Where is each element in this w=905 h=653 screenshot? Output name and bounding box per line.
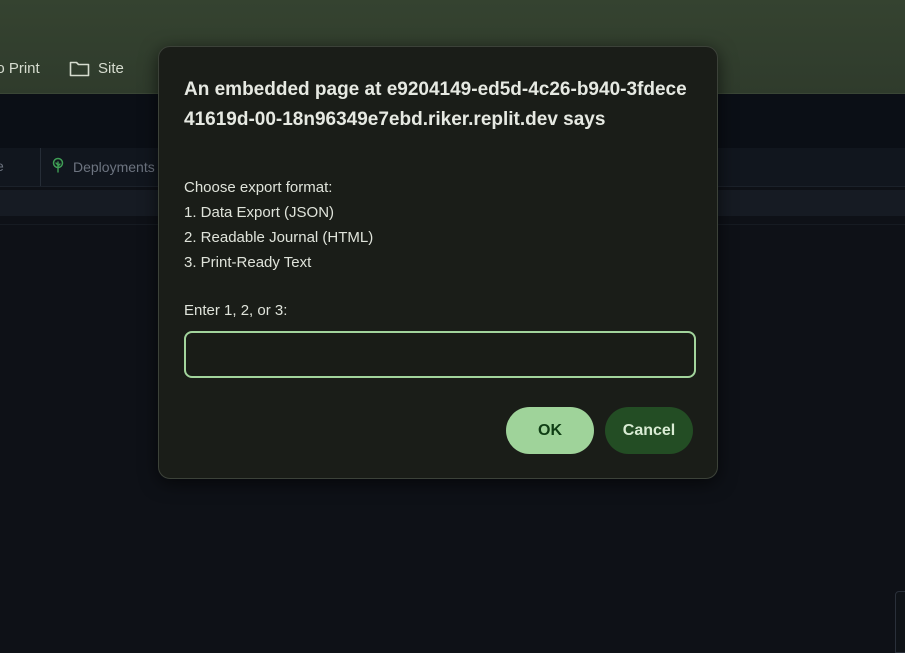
prompt-dialog: An embedded page at e9204149-ed5d-4c26-b… <box>158 46 718 479</box>
bookmark-print-label: no Print <box>0 59 40 77</box>
dialog-title: An embedded page at e9204149-ed5d-4c26-b… <box>184 79 687 130</box>
tab-deployments-label: Deployments <box>73 158 155 175</box>
dialog-message: Choose export format: 1. Data Export (JS… <box>184 175 694 275</box>
dialog-prompt: Enter 1, 2, or 3: <box>184 302 288 319</box>
tab-deployments[interactable]: Deployments <box>50 157 155 176</box>
bookmark-site[interactable]: Site <box>69 58 124 78</box>
format-input[interactable] <box>184 331 696 378</box>
cancel-button[interactable]: Cancel <box>605 407 693 454</box>
message-line: 1. Data Export (JSON) <box>184 204 335 221</box>
tree-icon <box>50 157 66 176</box>
bookmark-site-label: Site <box>98 59 124 77</box>
message-line: 2. Readable Journal (HTML) <box>184 229 374 246</box>
folder-icon <box>69 60 90 77</box>
message-line: 3. Print-Ready Text <box>184 254 312 271</box>
bookmark-print[interactable]: no Print <box>0 58 40 78</box>
panel-edge <box>895 591 905 653</box>
message-line: Choose export format: <box>184 179 333 196</box>
ok-button[interactable]: OK <box>506 407 594 454</box>
tab-divider <box>40 148 41 186</box>
tab-partial[interactable]: e <box>0 158 4 174</box>
